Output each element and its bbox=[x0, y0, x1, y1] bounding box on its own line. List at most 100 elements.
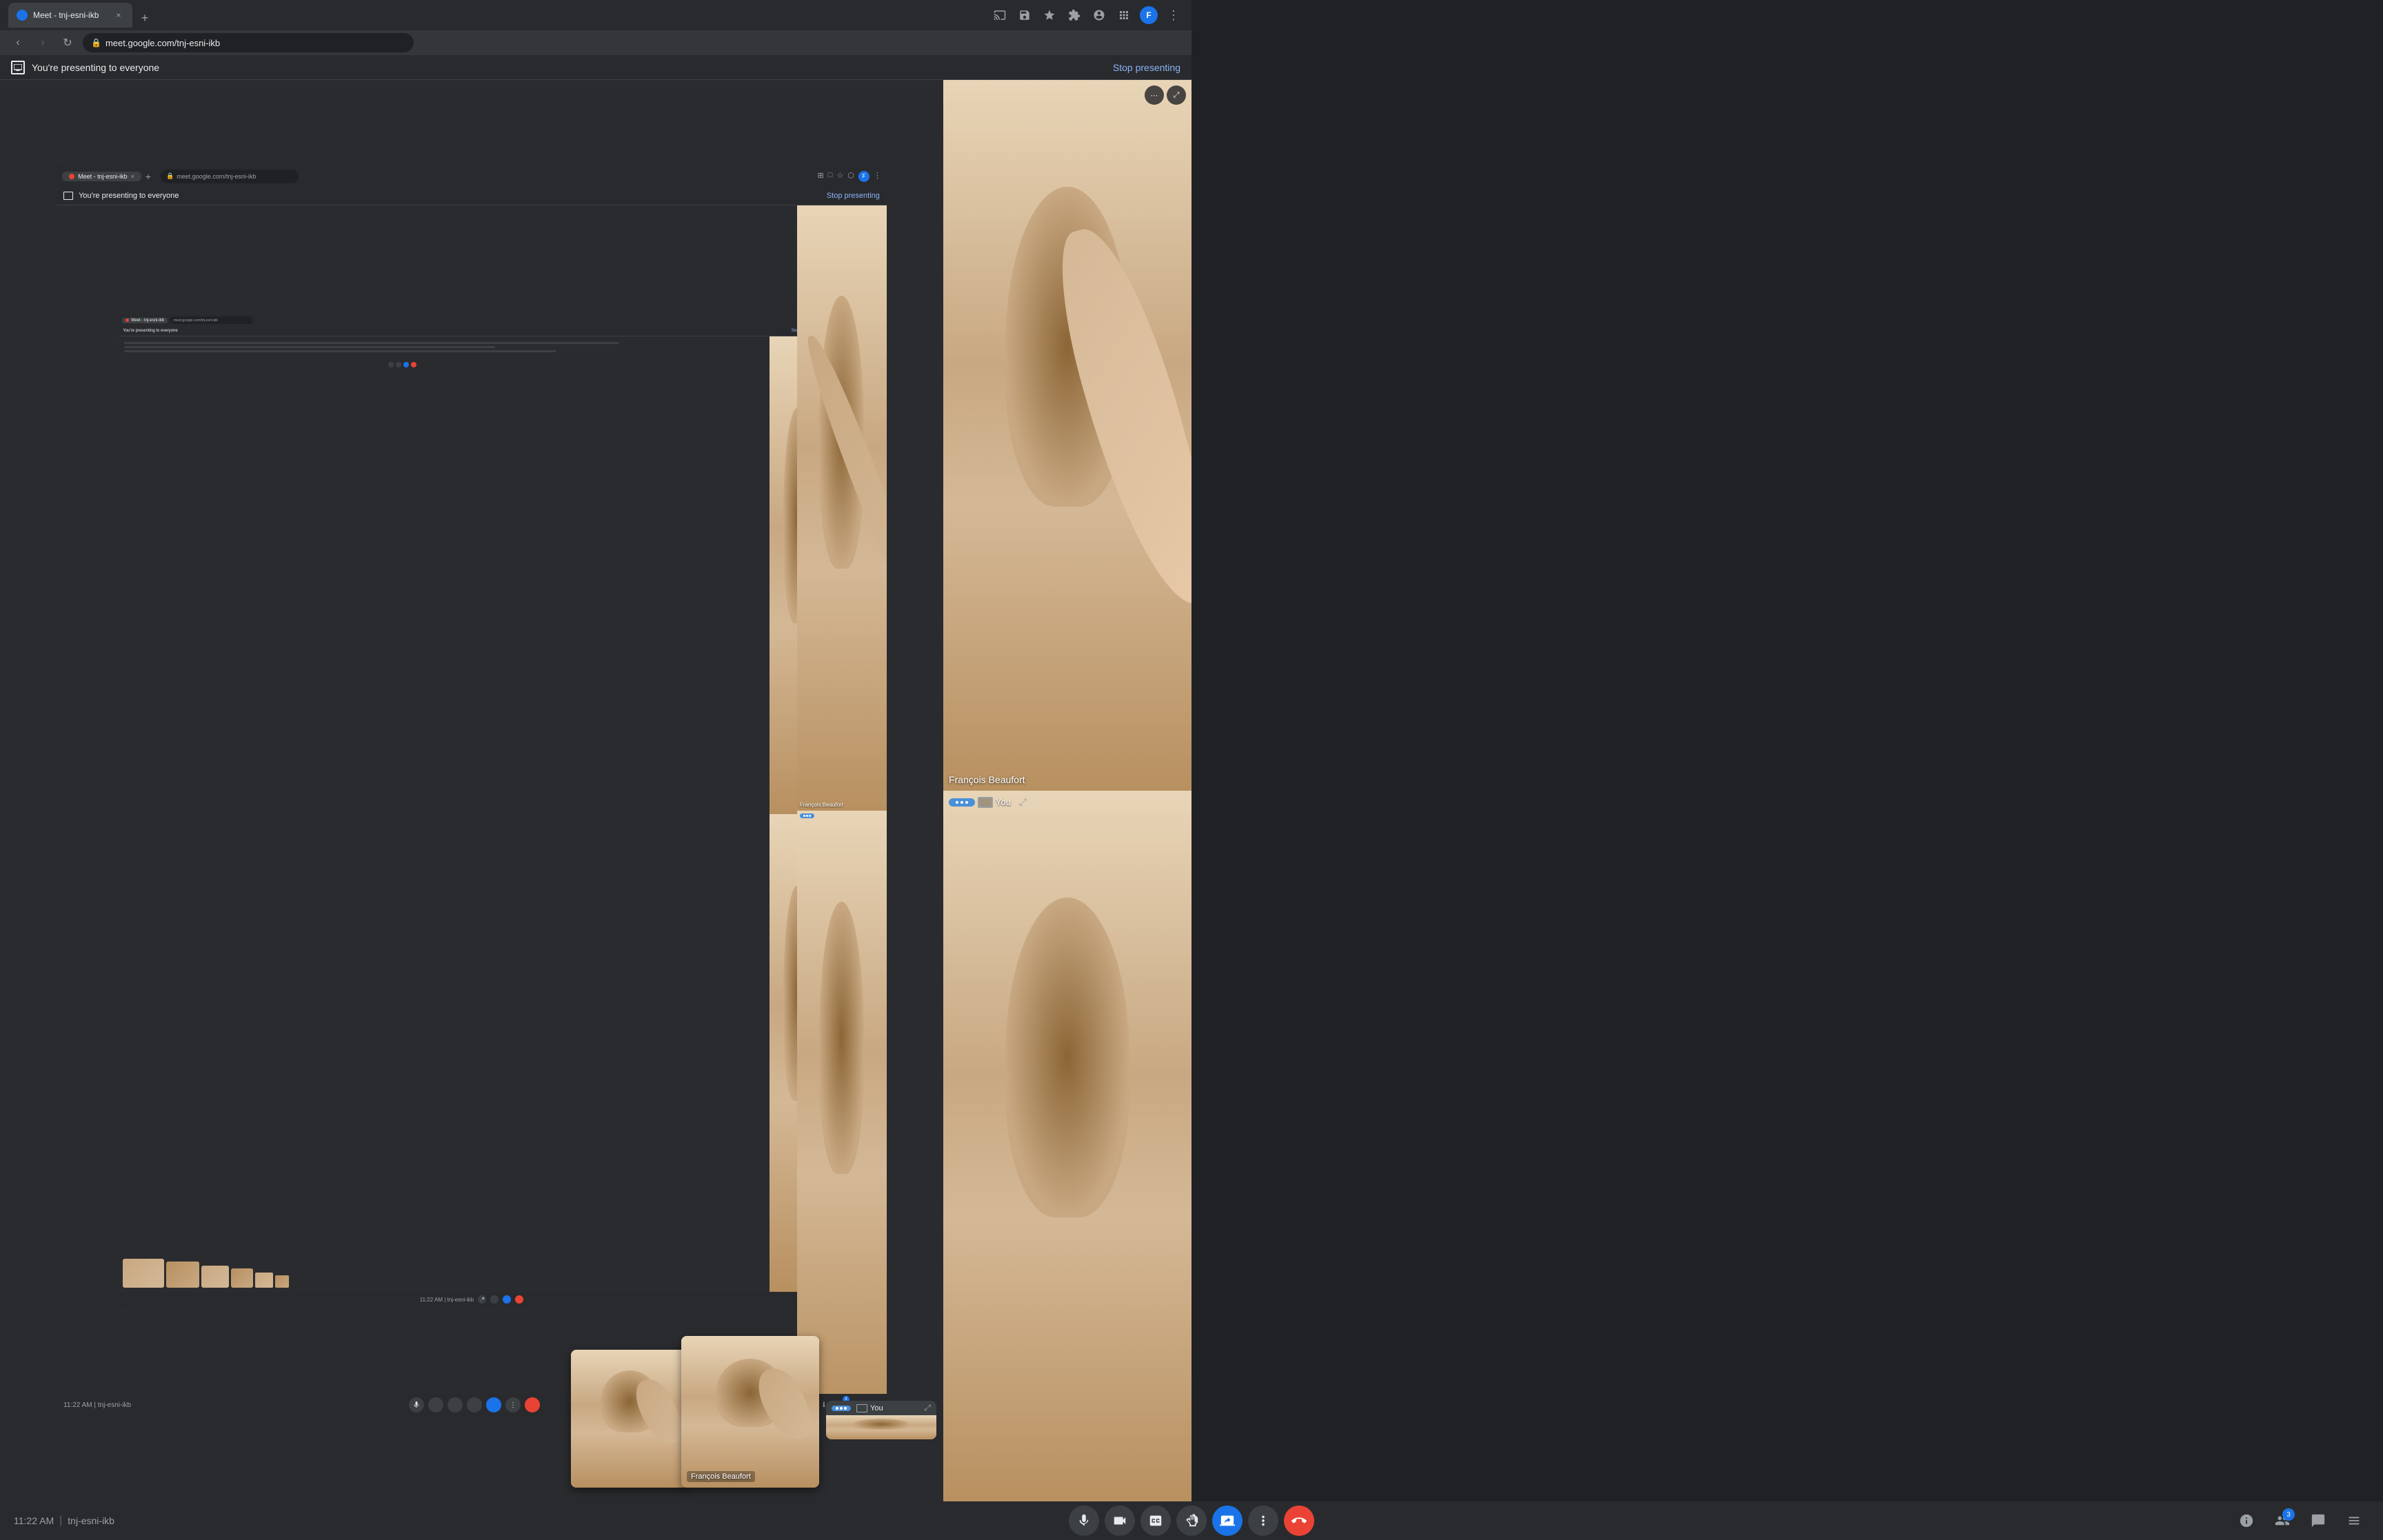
back-button[interactable]: ‹ bbox=[8, 33, 28, 52]
level2-screen: Meet - tnj-esni-ikb meet.google.com/tnj-… bbox=[119, 314, 824, 1307]
you-mini-video bbox=[826, 1415, 936, 1439]
inner-star-icon[interactable]: ☆ bbox=[836, 171, 843, 182]
l2-time-text: 11:22 AM | tnj-esni-ikb bbox=[420, 1297, 474, 1303]
l2-tool-2 bbox=[396, 362, 401, 367]
inner-presenting-message: You're presenting to everyone bbox=[79, 192, 821, 200]
present-screen-button[interactable] bbox=[1212, 1506, 1243, 1536]
inner-profile[interactable]: F bbox=[858, 171, 869, 182]
captions-button[interactable] bbox=[1140, 1506, 1171, 1536]
forward-button[interactable]: › bbox=[33, 33, 52, 52]
info-button[interactable] bbox=[2231, 1506, 2262, 1536]
inner-more-btn[interactable]: ⋮ bbox=[505, 1397, 521, 1412]
you-dots-large[interactable] bbox=[949, 798, 975, 807]
stop-presenting-button[interactable]: Stop presenting bbox=[1113, 62, 1180, 73]
l2-face-5 bbox=[255, 1273, 273, 1288]
l2-browser-bar: Meet - tnj-esni-ikb meet.google.com/tnj-… bbox=[119, 314, 824, 327]
inner-address-bar[interactable]: 🔒 meet.google.com/tnj-esni-ikb bbox=[161, 170, 299, 183]
toolbar-right: 3 bbox=[2231, 1506, 2369, 1536]
dot1 bbox=[803, 815, 805, 817]
you-tile-top: You ⤢ bbox=[949, 796, 1027, 808]
you-mini-face bbox=[826, 1415, 936, 1439]
people-button[interactable]: 3 bbox=[2267, 1506, 2297, 1536]
lock-icon: 🔒 bbox=[91, 38, 101, 48]
l2-ui-line2 bbox=[124, 346, 494, 348]
browser-tab[interactable]: Meet - tnj-esni-ikb × bbox=[8, 3, 132, 28]
you-expand-icon[interactable]: ⤢ bbox=[924, 1403, 931, 1413]
inner-tab[interactable]: Meet - tnj-esni-ikb × bbox=[62, 172, 141, 181]
you-d3 bbox=[965, 801, 968, 804]
inner-cc-btn[interactable] bbox=[448, 1397, 463, 1412]
inner-cam-btn[interactable] bbox=[428, 1397, 443, 1412]
activities-button[interactable] bbox=[2339, 1506, 2369, 1536]
inner-tab-close[interactable]: × bbox=[131, 173, 134, 180]
inner-url: meet.google.com/tnj-esni-ikb bbox=[177, 173, 256, 180]
inner-browser-bar: Meet - tnj-esni-ikb × + 🔒 meet.google.co… bbox=[57, 165, 887, 188]
recursive-screen: Meet - tnj-esni-ikb × + 🔒 meet.google.co… bbox=[57, 165, 887, 1417]
you-d2 bbox=[961, 801, 963, 804]
camera-button[interactable] bbox=[1105, 1506, 1135, 1536]
inner-more-icon[interactable]: ⋮ bbox=[874, 171, 881, 182]
present-icon bbox=[11, 61, 25, 74]
address-bar[interactable]: 🔒 meet.google.com/tnj-esni-ikb bbox=[83, 33, 414, 52]
time-display: 11:22 AM bbox=[14, 1515, 54, 1526]
l2-face-1 bbox=[123, 1259, 164, 1288]
inner-participant-you: You bbox=[797, 811, 887, 1416]
star-icon[interactable] bbox=[1040, 6, 1059, 25]
shared-medium-tile bbox=[571, 1350, 688, 1488]
l2-tool-screen[interactable] bbox=[503, 1295, 511, 1304]
mic-button[interactable] bbox=[1069, 1506, 1099, 1536]
inner-save-icon[interactable]: □ bbox=[828, 171, 833, 182]
inner-you-controls bbox=[800, 813, 814, 818]
fb-name-label: François Beaufort bbox=[949, 774, 1025, 785]
reload-button[interactable]: ↻ bbox=[58, 33, 77, 52]
account-icon[interactable]: F bbox=[1139, 6, 1158, 25]
you-mini-panel: You ⤢ bbox=[826, 1401, 936, 1439]
l2-tool-cam[interactable] bbox=[490, 1295, 499, 1304]
l2-tab[interactable]: Meet - tnj-esni-ikb bbox=[122, 318, 168, 323]
fb-more-btn[interactable]: ⋯ bbox=[1145, 85, 1164, 105]
l2-tool-mic[interactable]: 🎤 bbox=[478, 1295, 486, 1304]
inner-fb-label: François Beaufort bbox=[800, 802, 843, 808]
shared-large-tile: François Beaufort bbox=[681, 1336, 819, 1488]
l2-banner-text: You're presenting to everyone bbox=[123, 329, 177, 333]
inner-hand-btn[interactable] bbox=[467, 1397, 482, 1412]
more-options-icon[interactable]: ⋮ bbox=[1164, 6, 1183, 25]
you-expand-large[interactable]: ⤢ bbox=[1019, 796, 1027, 808]
inner-present-btn[interactable] bbox=[486, 1397, 501, 1412]
address-bar-row: ‹ › ↻ 🔒 meet.google.com/tnj-esni-ikb bbox=[0, 30, 1192, 55]
browser-chrome: Meet - tnj-esni-ikb × + F ⋮ bbox=[0, 0, 1192, 30]
you-three-dots-mini[interactable] bbox=[832, 1406, 851, 1411]
inner-tab-favicon bbox=[69, 174, 74, 179]
profile-icon[interactable] bbox=[1089, 6, 1109, 25]
fb-expand-btn[interactable]: ⤢ bbox=[1167, 85, 1186, 105]
new-tab-button[interactable]: + bbox=[135, 8, 154, 28]
end-call-button[interactable] bbox=[1284, 1506, 1314, 1536]
extension-icon[interactable] bbox=[1065, 6, 1084, 25]
shared-fb-name: François Beaufort bbox=[687, 1471, 755, 1482]
chat-button[interactable] bbox=[2303, 1506, 2333, 1536]
shared-screen-area: Meet - tnj-esni-ikb × + 🔒 meet.google.co… bbox=[0, 80, 943, 1501]
raise-hand-button[interactable] bbox=[1176, 1506, 1207, 1536]
you-mini-header: You ⤢ bbox=[826, 1401, 936, 1415]
tab-close-icon[interactable]: × bbox=[113, 10, 124, 21]
inner-cast-icon[interactable]: ⊞ bbox=[818, 171, 824, 182]
dot3 bbox=[809, 815, 811, 817]
save-icon[interactable] bbox=[1015, 6, 1034, 25]
grid-icon[interactable] bbox=[1114, 6, 1134, 25]
inner-mic-btn[interactable] bbox=[409, 1397, 424, 1412]
l2-ui-mock bbox=[124, 342, 741, 372]
l2-tool-end[interactable] bbox=[515, 1295, 523, 1304]
inner-ext-icon[interactable]: ⬡ bbox=[847, 171, 854, 182]
more-options-button[interactable] bbox=[1248, 1506, 1278, 1536]
cast-icon[interactable] bbox=[990, 6, 1009, 25]
l2-address[interactable]: meet.google.com/tnj-esni-ikb bbox=[170, 316, 253, 324]
inner-stop-presenting[interactable]: Stop presenting bbox=[827, 192, 880, 200]
toolbar-left: 11:22 AM | tnj-esni-ikb bbox=[14, 1514, 114, 1527]
inner-end-btn[interactable] bbox=[525, 1397, 540, 1412]
l2-tab-title: Meet - tnj-esni-ikb bbox=[131, 318, 164, 323]
inner-new-tab[interactable]: + bbox=[145, 171, 151, 182]
l2-tool-4 bbox=[411, 362, 416, 367]
inner-presenting-banner: You're presenting to everyone Stop prese… bbox=[57, 188, 887, 205]
you-d1 bbox=[956, 801, 958, 804]
inner-tab-title: Meet - tnj-esni-ikb bbox=[78, 173, 128, 180]
